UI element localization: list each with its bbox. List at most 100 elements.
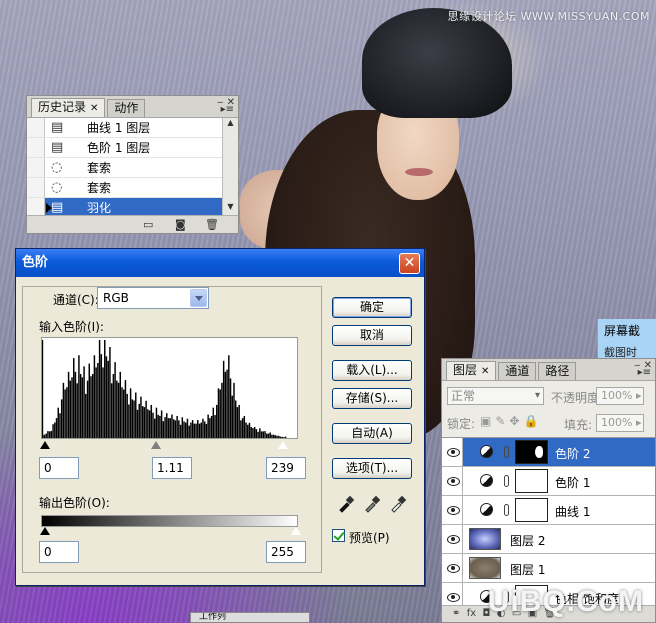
camera-snapshot-icon[interactable]: ◙: [175, 218, 186, 231]
eye-visibility-icon[interactable]: [442, 496, 463, 524]
layer-row[interactable]: 图层 2: [442, 525, 655, 554]
blend-mode-select[interactable]: 正常: [447, 387, 544, 405]
ok-button[interactable]: 确定: [332, 297, 412, 318]
fill-field[interactable]: 100% ▸: [596, 414, 644, 432]
histogram-bar: [66, 387, 68, 438]
input-white-point-handle[interactable]: [277, 440, 289, 450]
black-eyedropper-icon[interactable]: [337, 495, 355, 513]
gray-eyedropper-icon[interactable]: [363, 495, 381, 513]
output-levels-slider[interactable]: [40, 526, 302, 537]
close-icon[interactable]: ✕: [399, 253, 420, 274]
output-black-handle[interactable]: [40, 527, 50, 535]
panel-menu-icon[interactable]: ▸≡: [221, 104, 234, 115]
histogram-bar: [188, 425, 190, 438]
snapshot-source-checkbox[interactable]: [27, 118, 45, 137]
eye-visibility-icon[interactable]: [442, 438, 463, 466]
input-gamma-field[interactable]: 1.11: [152, 457, 192, 479]
options-button[interactable]: 选项(T)...: [332, 458, 412, 479]
output-white-field[interactable]: 255: [266, 541, 306, 563]
chain-link-icon[interactable]: [504, 475, 509, 487]
chain-link-icon[interactable]: [504, 504, 509, 516]
snapshot-source-checkbox[interactable]: [27, 138, 45, 157]
new-document-from-state-icon[interactable]: ▭: [143, 218, 153, 231]
eye-visibility-icon[interactable]: [442, 583, 463, 607]
output-white-handle[interactable]: [290, 526, 302, 536]
output-black-field[interactable]: 0: [39, 541, 79, 563]
histogram-bar: [212, 407, 215, 438]
history-item[interactable]: ◌ 套索: [27, 178, 222, 198]
preview-checkbox[interactable]: [332, 529, 345, 542]
layer-thumbnail[interactable]: [469, 528, 501, 550]
dialog-title: 色阶: [22, 255, 49, 270]
layer-mask-thumbnail[interactable]: [515, 469, 548, 493]
histogram-bar: [95, 367, 97, 438]
eye-visibility-icon[interactable]: [442, 554, 463, 582]
snapshot-source-checkbox[interactable]: [27, 178, 45, 197]
histogram-bar: [250, 426, 252, 438]
opacity-field[interactable]: 100% ▸: [596, 387, 644, 405]
input-white-field[interactable]: 239: [266, 457, 306, 479]
histogram-bar: [42, 339, 44, 438]
histogram-bar: [207, 414, 209, 438]
save-button[interactable]: 存储(S)...: [332, 388, 412, 409]
chevron-down-icon[interactable]: [190, 289, 207, 307]
scroll-down-icon[interactable]: ▼: [223, 202, 238, 216]
histogram-bar: [85, 393, 87, 438]
white-eyedropper-icon[interactable]: [389, 495, 407, 513]
histogram-bar: [98, 339, 101, 438]
layer-row-selected[interactable]: 色阶 2: [442, 438, 655, 467]
histogram-bar: [186, 418, 189, 438]
layer-mask-thumbnail[interactable]: [515, 440, 548, 464]
panel-menu-icon[interactable]: ▸≡: [638, 367, 651, 378]
history-item-label: 羽化: [87, 201, 112, 215]
history-item[interactable]: ◌ 套索: [27, 158, 222, 178]
chain-link-icon[interactable]: [504, 446, 509, 458]
scroll-up-icon[interactable]: ▲: [223, 118, 238, 132]
tab-layers[interactable]: 图层 ✕: [446, 361, 497, 380]
eye-visibility-icon[interactable]: [442, 525, 463, 553]
input-gamma-handle[interactable]: [151, 441, 161, 449]
history-panel: 历史记录 ✕ 动作 ‒ ✕ ▸≡ ▤ 曲线 1 图层 ▤ 色阶 1 图层 ◌ 套索…: [26, 95, 239, 234]
histogram-bar: [276, 435, 278, 438]
eye-visibility-icon[interactable]: [442, 467, 463, 495]
layer-row[interactable]: 色阶 1: [442, 467, 655, 496]
input-levels-slider[interactable]: [40, 440, 298, 451]
tab-actions[interactable]: 动作: [107, 99, 146, 117]
load-button[interactable]: 载入(L)...: [332, 360, 412, 381]
histogram-bar: [222, 360, 225, 438]
history-item-label: 套索: [87, 181, 112, 195]
close-icon[interactable]: ✕: [90, 103, 98, 114]
history-scrollbar[interactable]: ▲ ▼: [222, 118, 238, 216]
histogram-bar: [83, 366, 85, 438]
trash-icon[interactable]: 🗑: [205, 218, 219, 231]
histogram-bar: [252, 428, 254, 438]
histogram-bar: [264, 431, 266, 438]
channel-select[interactable]: RGB: [97, 287, 209, 309]
history-item[interactable]: ▤ 曲线 1 图层: [27, 118, 222, 138]
input-black-point-handle[interactable]: [40, 441, 50, 449]
layer-row[interactable]: 曲线 1: [442, 496, 655, 525]
snapshot-source-checkbox[interactable]: [27, 158, 45, 177]
tab-history[interactable]: 历史记录 ✕: [31, 98, 106, 117]
histogram-bar: [259, 428, 261, 438]
histogram-bar: [112, 374, 115, 438]
auto-button[interactable]: 自动(A): [332, 423, 412, 444]
cancel-button[interactable]: 取消: [332, 325, 412, 346]
layer-row[interactable]: 图层 1: [442, 554, 655, 583]
histogram-bar: [55, 418, 58, 438]
lock-options-icons[interactable]: ▣✎✥🔒: [480, 414, 542, 428]
histogram-bar: [126, 393, 128, 438]
dialog-titlebar[interactable]: 色阶 ✕: [16, 249, 424, 277]
tab-paths[interactable]: 路径: [538, 362, 577, 380]
close-icon[interactable]: ✕: [481, 366, 489, 377]
history-item[interactable]: ▤ 色阶 1 图层: [27, 138, 222, 158]
layer-name: 色阶 1: [555, 476, 591, 490]
layer-mask-thumbnail[interactable]: [515, 498, 548, 522]
histogram-bar: [79, 374, 82, 438]
histogram-bar: [105, 356, 108, 438]
layer-thumbnail[interactable]: [469, 557, 501, 579]
tab-channels[interactable]: 通道: [498, 362, 537, 380]
input-black-field[interactable]: 0: [39, 457, 79, 479]
histogram-bar: [48, 431, 51, 438]
histogram-bar: [190, 422, 192, 438]
